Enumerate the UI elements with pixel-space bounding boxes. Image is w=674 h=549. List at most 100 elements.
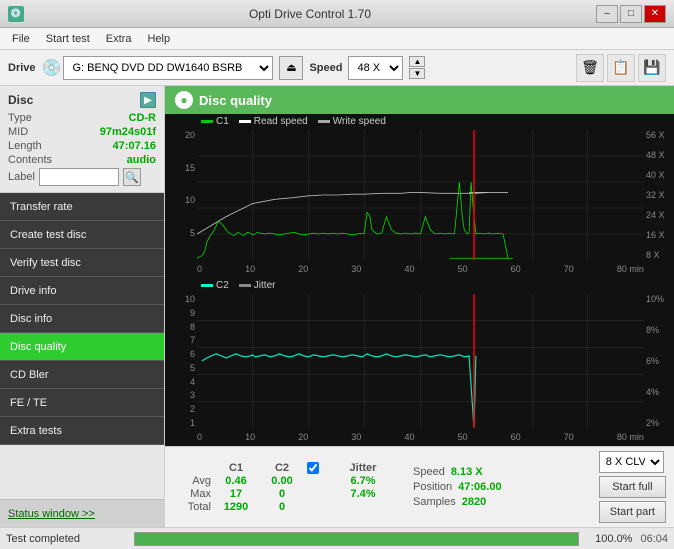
speed-mode-select[interactable]: 8 X CLV 4 X CLV 16 X CLV 32 X CLV <box>599 451 664 473</box>
total-c2: 0 <box>261 501 303 513</box>
max-c2: 0 <box>261 488 303 500</box>
samples-value: 2820 <box>462 496 486 508</box>
speed-row: Speed 8.13 X <box>413 466 502 478</box>
disc-info-label: Disc info <box>10 313 52 325</box>
disc-section-title: Disc <box>8 93 33 107</box>
top-y-axis-left: 20 15 10 5 <box>165 130 197 260</box>
disc-quality-title: Disc quality <box>199 93 272 108</box>
menu-extra[interactable]: Extra <box>98 31 140 47</box>
window-controls: – □ ✕ <box>596 5 666 23</box>
sidebar-item-disc-info[interactable]: Disc info <box>0 305 164 333</box>
total-label: Total <box>173 501 211 513</box>
position-value: 47:06.00 <box>458 481 501 493</box>
app-icon: 💿 <box>8 6 24 22</box>
position-row: Position 47:06.00 <box>413 481 502 493</box>
c1-header: C1 <box>215 462 257 474</box>
menu-start-test[interactable]: Start test <box>38 31 98 47</box>
close-button[interactable]: ✕ <box>644 5 666 23</box>
mid-label: MID <box>8 126 28 138</box>
read-speed-legend-text: Read speed <box>254 116 308 127</box>
speed-down-button[interactable]: ▼ <box>409 68 425 79</box>
read-speed-legend-dot <box>239 120 251 123</box>
sidebar-item-drive-info[interactable]: Drive info <box>0 277 164 305</box>
avg-c1: 0.46 <box>215 475 257 487</box>
length-label: Length <box>8 140 42 152</box>
position-label: Position <box>413 481 452 493</box>
speed-up-button[interactable]: ▲ <box>409 56 425 67</box>
bottom-chart-svg <box>197 294 644 428</box>
disc-quality-header: ● Disc quality <box>165 86 674 114</box>
contents-label: Contents <box>8 154 52 166</box>
jitter-checkbox-label[interactable] <box>307 462 333 474</box>
type-value: CD-R <box>129 112 157 124</box>
bottom-legend: C2 Jitter <box>201 280 644 291</box>
eject-button[interactable]: ⏏ <box>279 56 303 80</box>
status-window-link[interactable]: Status window >> <box>8 508 95 520</box>
avg-c2: 0.00 <box>261 475 303 487</box>
menubar: File Start test Extra Help <box>0 28 674 50</box>
menu-help[interactable]: Help <box>139 31 178 47</box>
erase-icon-button[interactable]: 🗑 <box>576 54 604 82</box>
sidebar-item-verify-test-disc[interactable]: Verify test disc <box>0 249 164 277</box>
samples-row: Samples 2820 <box>413 496 502 508</box>
total-c1: 1290 <box>215 501 257 513</box>
speed-select[interactable]: 48 X 16 X 24 X 32 X <box>348 56 403 80</box>
max-c1: 17 <box>215 488 257 500</box>
titlebar: 💿 Opti Drive Control 1.70 – □ ✕ <box>0 0 674 28</box>
create-test-disc-label: Create test disc <box>10 229 86 241</box>
sidebar-item-extra-tests[interactable]: Extra tests <box>0 417 164 445</box>
start-part-button[interactable]: Start part <box>599 501 666 523</box>
start-full-button[interactable]: Start full <box>599 476 666 498</box>
speed-label: Speed <box>309 62 342 74</box>
drive-info-label: Drive info <box>10 285 56 297</box>
progress-percent: 100.0% <box>587 533 632 545</box>
sidebar-item-transfer-rate[interactable]: Transfer rate <box>0 193 164 221</box>
disc-quality-icon: ● <box>175 91 193 109</box>
label-label: Label <box>8 171 35 183</box>
top-x-axis: 0 10 20 30 40 50 60 70 80 min <box>197 260 644 278</box>
maximize-button[interactable]: □ <box>620 5 642 23</box>
bottom-x-axis: 0 10 20 30 40 50 60 70 80 min <box>197 428 644 446</box>
copy-icon-button[interactable]: 📋 <box>607 54 635 82</box>
c2-legend-dot <box>201 284 213 287</box>
sidebar-item-fe-te[interactable]: FE / TE <box>0 389 164 417</box>
stats-row: C1 C2 Jitter Avg 0.46 0.00 6.7% Max 17 0 <box>173 451 666 523</box>
save-icon-button[interactable]: 💾 <box>638 54 666 82</box>
main-area: Disc ▶ Type CD-R MID 97m24s01f Length 47… <box>0 86 674 527</box>
label-icon-button[interactable]: 🔍 <box>123 168 141 186</box>
length-value: 47:07.16 <box>113 140 156 152</box>
status-text: Test completed <box>6 533 126 545</box>
c2-header: C2 <box>261 462 303 474</box>
bottom-y-axis-left: 10 9 8 7 6 5 4 3 2 1 <box>165 294 197 428</box>
jitter-legend-text: Jitter <box>254 280 276 291</box>
menu-file[interactable]: File <box>4 31 38 47</box>
status-window-bar[interactable]: Status window >> <box>0 499 164 527</box>
type-label: Type <box>8 112 32 124</box>
toolbar-icons: 🗑 📋 💾 <box>576 54 666 82</box>
label-input[interactable] <box>39 168 119 186</box>
stats-table: C1 C2 Jitter Avg 0.46 0.00 6.7% Max 17 0 <box>173 462 389 513</box>
drive-icon: 💿 <box>42 58 62 78</box>
cd-bler-label: CD Bler <box>10 369 49 381</box>
minimize-button[interactable]: – <box>596 5 618 23</box>
sidebar-item-create-test-disc[interactable]: Create test disc <box>0 221 164 249</box>
bottom-chart-area: C2 Jitter 10 9 8 7 6 5 4 3 2 1 <box>165 278 674 446</box>
sidebar-item-disc-quality[interactable]: Disc quality <box>0 333 164 361</box>
write-speed-legend-text: Write speed <box>333 116 386 127</box>
contents-value: audio <box>127 154 156 166</box>
top-chart-svg <box>197 130 644 260</box>
drive-select[interactable]: G: BENQ DVD DD DW1640 BSRB <box>63 56 273 80</box>
disc-arrow-button[interactable]: ▶ <box>140 92 156 108</box>
sidebar-item-cd-bler[interactable]: CD Bler <box>0 361 164 389</box>
mid-value: 97m24s01f <box>100 126 156 138</box>
right-panel: ● Disc quality C1 Read speed Write speed <box>165 86 674 527</box>
c2-legend-text: C2 <box>216 280 229 291</box>
extra-tests-label: Extra tests <box>10 425 62 437</box>
jitter-checkbox[interactable] <box>307 462 319 474</box>
avg-jitter: 6.7% <box>337 475 389 487</box>
progress-bar <box>134 532 579 546</box>
drivebar: Drive 💿 G: BENQ DVD DD DW1640 BSRB ⏏ Spe… <box>0 50 674 86</box>
speed-info-panel: Speed 8.13 X Position 47:06.00 Samples 2… <box>413 466 502 508</box>
drive-label: Drive <box>8 62 36 74</box>
write-speed-legend-dot <box>318 120 330 123</box>
